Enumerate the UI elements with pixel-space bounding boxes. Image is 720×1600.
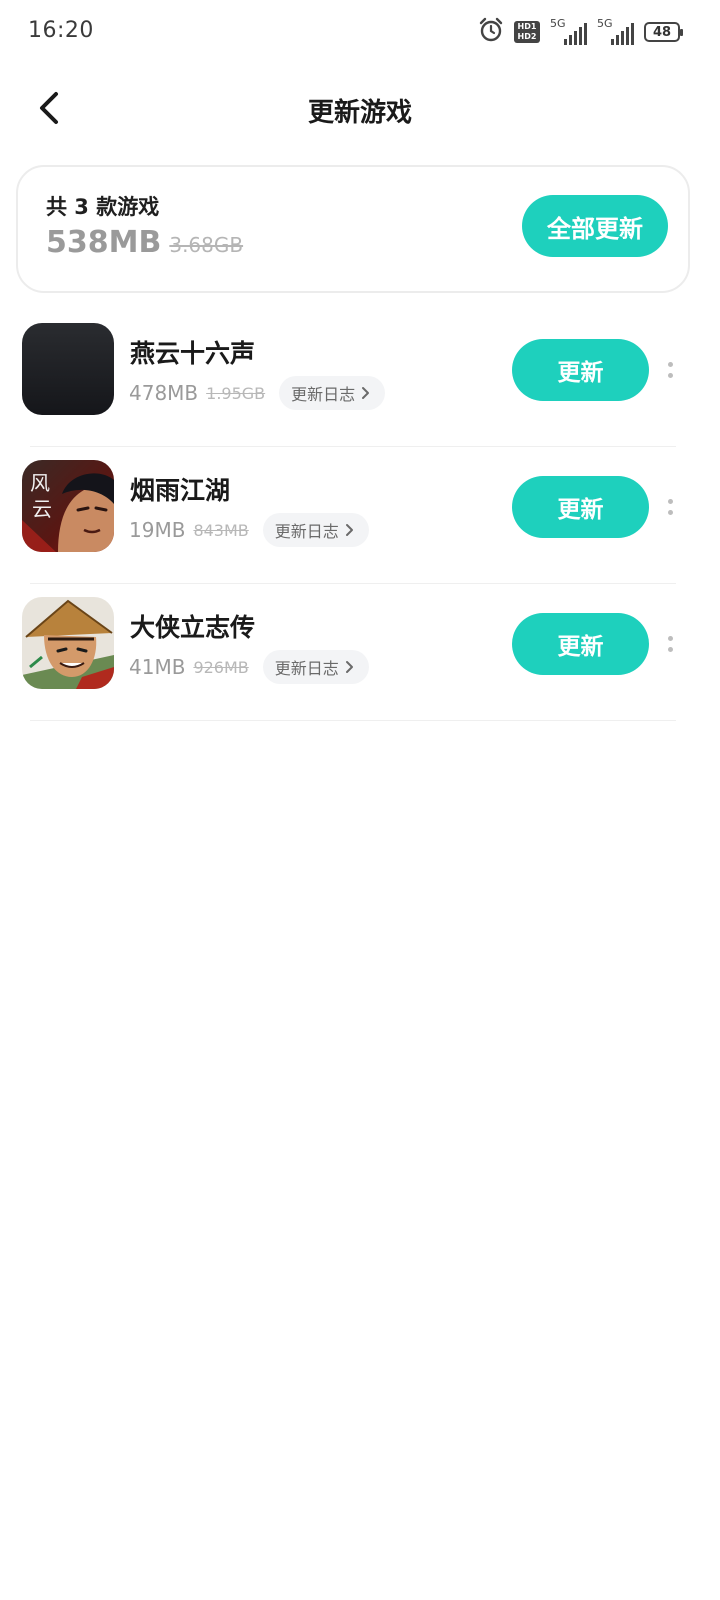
update-all-button[interactable]: 全部更新 xyxy=(522,195,668,257)
list-item[interactable]: 风 云 烟雨江湖 19MB 843MB 更新日志 更新 xyxy=(0,447,720,584)
update-button[interactable]: 更新 xyxy=(512,339,649,401)
svg-text:风: 风 xyxy=(30,471,50,495)
status-time: 16:20 xyxy=(28,18,94,43)
game-size: 19MB 843MB 更新日志 xyxy=(129,513,369,547)
changelog-label: 更新日志 xyxy=(291,385,356,404)
game-count: 共 3 款游戏 xyxy=(46,195,160,219)
alarm-clock-icon xyxy=(478,17,504,47)
changelog-label: 更新日志 xyxy=(274,659,339,678)
size-original: 1.95GB xyxy=(206,383,266,403)
chevron-right-icon xyxy=(362,387,370,399)
size-original: 843MB xyxy=(193,520,249,540)
status-bar: 16:20 HD1 HD2 5G 5G 48 xyxy=(0,0,720,64)
size-original: 926MB xyxy=(193,657,249,677)
update-button[interactable]: 更新 xyxy=(512,476,649,538)
changelog-button[interactable]: 更新日志 xyxy=(279,376,386,410)
game-size: 41MB 926MB 更新日志 xyxy=(129,650,369,684)
divider xyxy=(30,720,676,721)
game-list: 燕云十六声 478MB 1.95GB 更新日志 更新 风 云 烟雨江湖 19MB… xyxy=(0,310,720,721)
status-icons: HD1 HD2 5G 5G 48 xyxy=(478,16,683,48)
chevron-right-icon xyxy=(345,524,353,536)
changelog-button[interactable]: 更新日志 xyxy=(262,650,369,684)
more-options-icon[interactable] xyxy=(660,491,680,523)
battery-level: 48 xyxy=(652,24,672,40)
changelog-button[interactable]: 更新日志 xyxy=(262,513,369,547)
game-size: 478MB 1.95GB 更新日志 xyxy=(129,376,386,410)
more-options-icon[interactable] xyxy=(660,628,680,660)
daxia-game-icon[interactable] xyxy=(22,597,114,689)
header: 更新游戏 xyxy=(0,64,720,154)
game-name: 大侠立志传 xyxy=(130,613,256,642)
game-name: 烟雨江湖 xyxy=(130,476,231,505)
total-size-original: 3.68GB xyxy=(169,233,244,257)
signal-strength-icon: 5G xyxy=(597,17,634,45)
yanyun-game-icon[interactable] xyxy=(22,323,114,415)
game-name: 燕云十六声 xyxy=(130,339,256,368)
more-options-icon[interactable] xyxy=(660,354,680,386)
update-button[interactable]: 更新 xyxy=(512,613,649,675)
size-current: 478MB xyxy=(129,381,199,405)
svg-text:云: 云 xyxy=(32,497,52,521)
size-current: 19MB xyxy=(129,518,186,542)
page-title: 更新游戏 xyxy=(307,98,412,128)
yanyu-game-icon[interactable]: 风 云 xyxy=(22,460,114,552)
list-item[interactable]: 燕云十六声 478MB 1.95GB 更新日志 更新 xyxy=(0,310,720,447)
summary-card: 共 3 款游戏 538MB 3.68GB 全部更新 xyxy=(16,165,690,293)
list-item[interactable]: 大侠立志传 41MB 926MB 更新日志 更新 xyxy=(0,584,720,721)
size-current: 41MB xyxy=(129,655,186,679)
chevron-right-icon xyxy=(345,661,353,673)
signal-strength-icon: 5G xyxy=(550,17,587,45)
total-size: 538MB 3.68GB xyxy=(46,225,243,260)
hd-badge-icon: HD1 HD2 xyxy=(514,21,540,43)
battery-icon: 48 xyxy=(644,22,683,42)
changelog-label: 更新日志 xyxy=(274,522,339,541)
total-size-current: 538MB xyxy=(46,225,162,260)
